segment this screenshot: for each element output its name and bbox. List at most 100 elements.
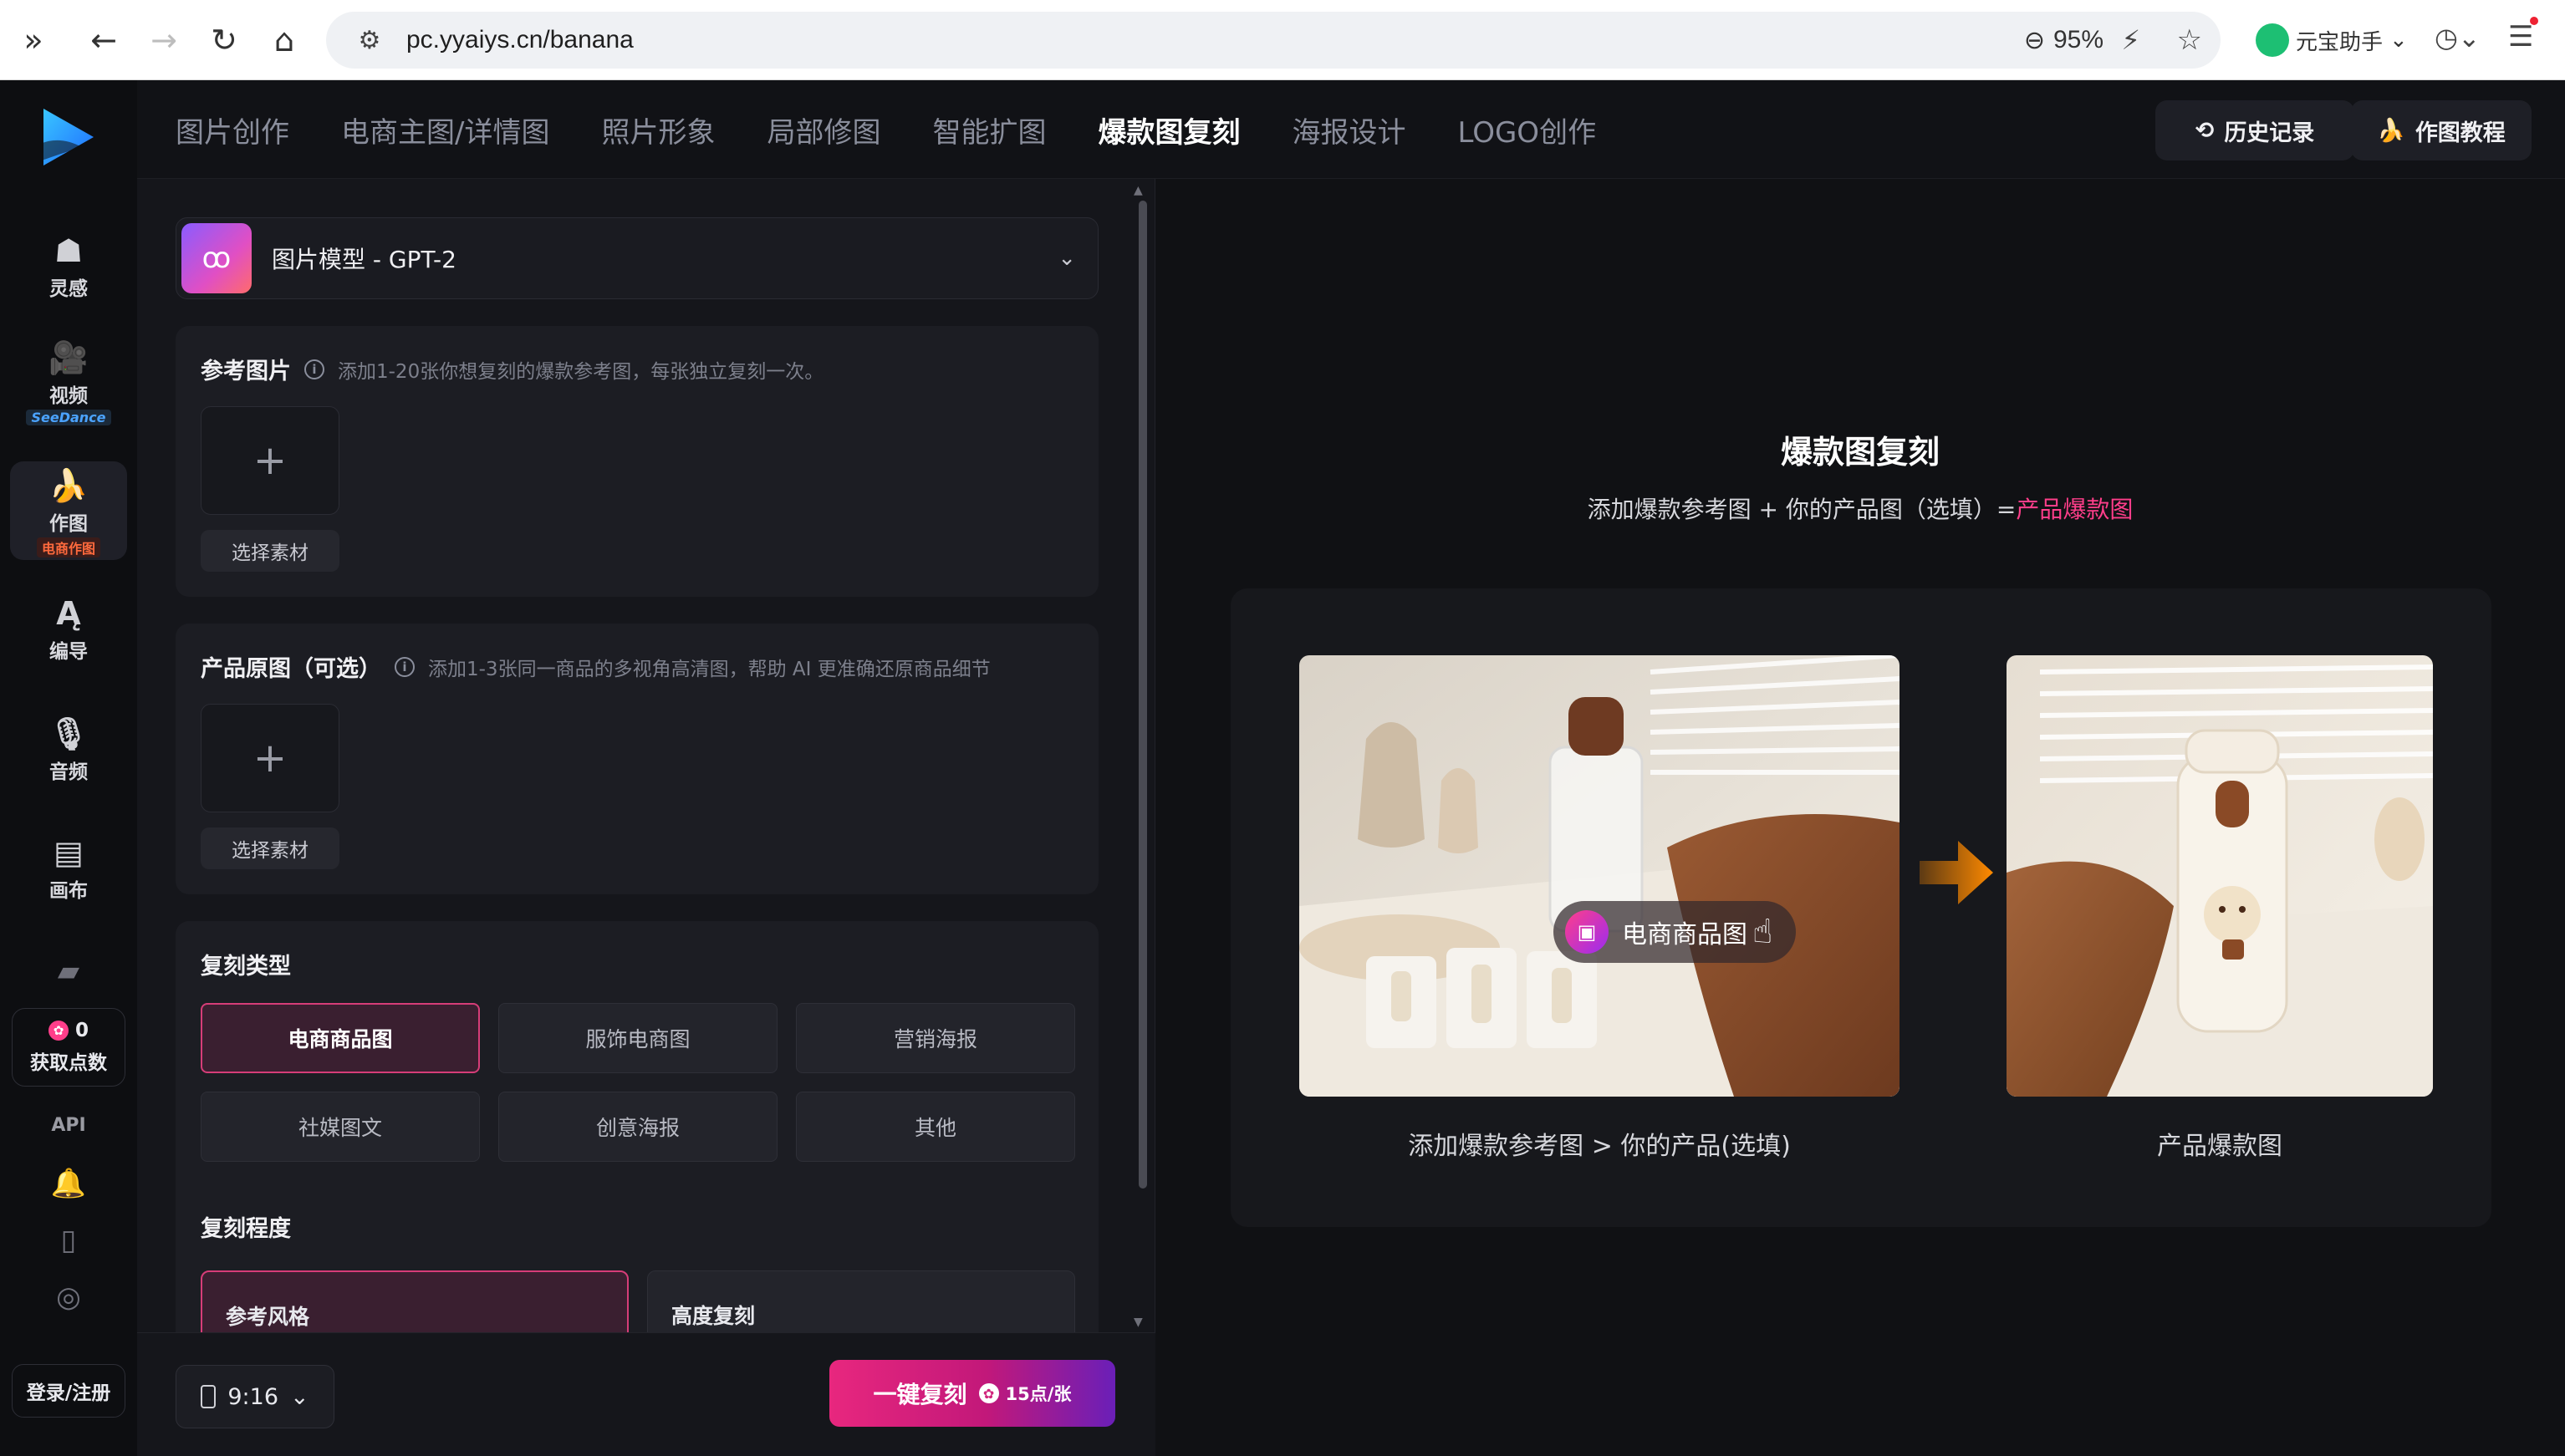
ecommerce-tag: ▣ 电商商品图 ☝ [1553, 901, 1797, 963]
tab-logo-creation[interactable]: LOGO创作 [1457, 109, 1596, 150]
config-panel: ꝏ 图片模型 - GPT-2 ⌄ 参考图片 i 添加1-20张你想复刻的爆款参考… [137, 179, 1155, 1456]
reference-title-text: 参考图片 [201, 359, 291, 384]
microphone-icon: 🎙 [48, 715, 89, 752]
bell-icon[interactable]: 🔔 [0, 1167, 137, 1200]
sidebar-item-canvas[interactable]: ▤ 画布 [10, 831, 127, 903]
tutorial-button[interactable]: 🍌 作图教程 [2351, 100, 2532, 160]
caption-result: 产品爆款图 [2157, 1132, 2282, 1161]
zoom-out-icon: ⊖ [2023, 26, 2045, 54]
preview-subtitle-highlight: 产品爆款图 [2016, 496, 2134, 523]
mobile-icon[interactable]: ▯ [0, 1224, 137, 1257]
url-text[interactable]: pc.yyaiys.cn/banana [406, 26, 634, 54]
copy-type-option-apparel[interactable]: 服饰电商图 [498, 1003, 778, 1073]
bolt-icon[interactable]: ⚡ [2122, 24, 2140, 56]
feature-tabs: 图片创作 电商主图/详情图 照片形象 局部修图 智能扩图 爆款图复刻 海报设计 … [176, 80, 1596, 179]
model-selector[interactable]: ꝏ 图片模型 - GPT-2 ⌄ [176, 217, 1099, 299]
api-link[interactable]: API [0, 1115, 137, 1136]
product-image-card: 产品原图（可选） i 添加1-3张同一商品的多视角高清图，帮助 AI 更准确还原… [176, 624, 1099, 894]
banana-icon: 🍌 [48, 467, 89, 504]
yuanbao-assistant-button[interactable]: 元宝助手 ⌄ [2256, 18, 2408, 62]
chevron-down-icon: ⌄ [1058, 246, 1076, 271]
history-label: 历史记录 [2224, 120, 2315, 146]
copy-type-option-marketing-poster[interactable]: 营销海报 [796, 1003, 1075, 1073]
back-icon[interactable]: ← [74, 0, 134, 80]
product-pick-material-button[interactable]: 选择素材 [201, 827, 339, 869]
reference-upload-button[interactable]: + [201, 406, 339, 515]
tab-photo-portrait[interactable]: 照片形象 [601, 109, 715, 150]
preview-subtitle-prefix: 添加爆款参考图 + 你的产品图（选填）= [1587, 496, 2017, 523]
product-hint: 添加1-3张同一商品的多视角高清图，帮助 AI 更准确还原商品细节 [428, 658, 991, 680]
bookmark-star-icon[interactable]: ☆ [2177, 23, 2202, 57]
info-icon[interactable]: i [395, 656, 415, 677]
globe-icon[interactable]: ◎ [0, 1280, 137, 1314]
zoom-value: 95% [2053, 26, 2104, 53]
example-showcase: ▣ 电商商品图 ☝ 添加爆款参考图 > 你的产品(选填) 产品爆款图 [1231, 588, 2491, 1227]
one-click-copy-button[interactable]: 一键复刻 ✿ 15点/张 [829, 1360, 1115, 1427]
get-points-button[interactable]: ✿ 0 获取点数 [12, 1008, 125, 1087]
cost-value: 15点/张 [1005, 1384, 1072, 1404]
model-logo-icon: ꝏ [181, 223, 252, 293]
caption-reference: 添加爆款参考图 > 你的产品(选填) [1408, 1132, 1791, 1161]
site-settings-icon[interactable]: ⚙ [343, 26, 396, 55]
product-upload-button[interactable]: + [201, 704, 339, 812]
tutorial-label: 作图教程 [2415, 120, 2506, 146]
plus-icon: + [252, 735, 288, 781]
plus-icon: + [252, 437, 288, 484]
login-button[interactable]: 登录/注册 [12, 1364, 125, 1418]
reference-hint: 添加1-20张你想复刻的爆款参考图，每张独立复刻一次。 [338, 360, 824, 383]
reference-pick-material-button[interactable]: 选择素材 [201, 530, 339, 572]
copy-type-option-ecommerce[interactable]: 电商商品图 [201, 1003, 480, 1073]
sidebar-item-audio[interactable]: 🎙 音频 [10, 712, 127, 784]
one-click-copy-label: 一键复刻 [873, 1381, 967, 1408]
aspect-ratio-selector[interactable]: 9:16 ⌄ [176, 1365, 334, 1428]
sidebar-item-label: 编导 [49, 641, 88, 663]
history-button[interactable]: ⟲ 历史记录 [2155, 100, 2354, 160]
copy-settings-card: 复刻类型 电商商品图 服饰电商图 营销海报 社媒图文 创意海报 其他 复刻程度 … [176, 921, 1099, 1362]
panel-scrollbar-thumb[interactable] [1139, 201, 1147, 1189]
yuanbao-label: 元宝助手 [2296, 29, 2384, 55]
brand-logo-icon[interactable] [35, 105, 99, 169]
product-title-text: 产品原图（可选） [201, 656, 381, 682]
forward-icon[interactable]: → [134, 0, 194, 80]
folder-icon[interactable]: ▰ [0, 955, 137, 988]
scroll-down-icon[interactable]: ▼ [1134, 1316, 1143, 1329]
sidebar-toggle-icon[interactable]: » [3, 0, 64, 80]
model-label: 图片模型 - GPT-2 [272, 246, 456, 273]
history-icon: ⟲ [2195, 117, 2215, 144]
sidebar-item-video[interactable]: 🎥 视频 SeeDance [10, 336, 127, 425]
sidebar-item-label: 视频 [49, 385, 88, 407]
aspect-ratio-value: 9:16 [227, 1383, 278, 1410]
tab-image-creation[interactable]: 图片创作 [176, 109, 289, 150]
tab-viral-copy[interactable]: 爆款图复刻 [1098, 109, 1240, 150]
arrow-right-icon [1920, 841, 1993, 904]
left-sidebar: ☗ 灵感 🎥 视频 SeeDance 🍌 作图 电商作图 Ą 编导 🎙 音频 ▤… [0, 80, 137, 1456]
top-navigation: 图片创作 电商主图/详情图 照片形象 局部修图 智能扩图 爆款图复刻 海报设计 … [137, 80, 2565, 179]
copy-type-option-creative-poster[interactable]: 创意海报 [498, 1092, 778, 1162]
sidebar-item-label: 作图 [49, 513, 88, 535]
copy-type-title: 复刻类型 [201, 954, 291, 980]
zoom-indicator[interactable]: ⊖ 95% [2024, 26, 2104, 55]
sidebar-item-inspiration[interactable]: ☗ 灵感 [10, 229, 127, 301]
sidebar-item-director[interactable]: Ą 编导 [10, 592, 127, 664]
copy-degree-title: 复刻程度 [201, 1216, 291, 1242]
browser-menu-icon[interactable]: ☰ [2508, 17, 2539, 53]
browser-toolbar: » ← → ↻ ⌂ ⚙ pc.yyaiys.cn/banana ⊖ 95% ⚡ ☆… [0, 0, 2565, 80]
reload-icon[interactable]: ↻ [194, 0, 254, 80]
scroll-up-icon[interactable]: ▲ [1134, 184, 1143, 197]
history-clock-icon[interactable]: ◷⌄ [2435, 22, 2481, 53]
address-bar[interactable]: ⚙ pc.yyaiys.cn/banana ⊖ 95% ⚡ ☆ [326, 12, 2221, 69]
copy-type-option-other[interactable]: 其他 [796, 1092, 1075, 1162]
video-icon: 🎥 [48, 339, 89, 376]
tab-local-retouch[interactable]: 局部修图 [767, 109, 880, 150]
info-icon[interactable]: i [304, 359, 324, 379]
sidebar-item-draw[interactable]: 🍌 作图 电商作图 [10, 461, 127, 560]
home-icon[interactable]: ⌂ [254, 0, 314, 80]
points-value: 0 [74, 1020, 89, 1041]
chevron-down-icon: ⌄ [290, 1383, 309, 1410]
copy-type-option-social[interactable]: 社媒图文 [201, 1092, 480, 1162]
points-coin-icon: ✿ [978, 1383, 999, 1403]
ecommerce-tag-label: 电商商品图 [1622, 920, 1747, 949]
tab-poster-design[interactable]: 海报设计 [1292, 109, 1405, 150]
tab-ecommerce-main[interactable]: 电商主图/详情图 [341, 109, 549, 150]
tab-smart-expand[interactable]: 智能扩图 [932, 109, 1046, 150]
